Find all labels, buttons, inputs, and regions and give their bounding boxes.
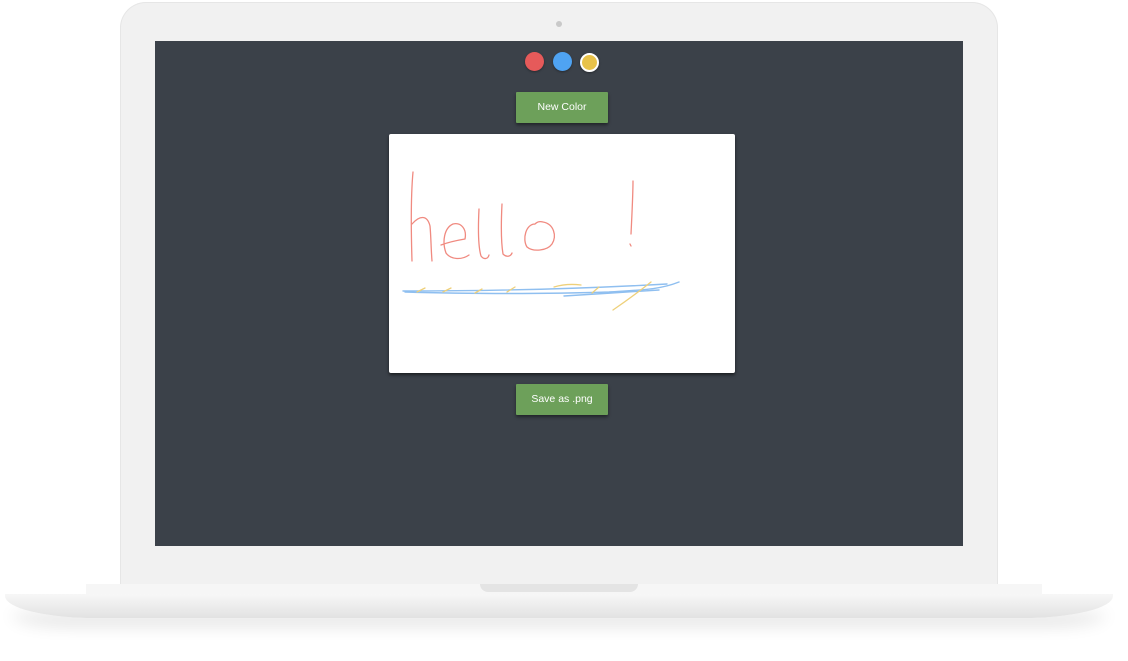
new-color-button[interactable]: New Color [516,92,608,123]
color-swatch-yellow[interactable] [580,53,599,72]
color-swatch-red[interactable] [525,52,544,71]
laptop-notch [480,584,638,592]
drawing-canvas[interactable] [389,134,735,373]
drawing-strokes [402,171,680,311]
save-png-button[interactable]: Save as .png [516,384,608,415]
app-screen: New Color Save as .png [155,41,963,546]
laptop-base [5,594,1113,618]
color-swatch-blue[interactable] [553,52,572,71]
camera-dot [556,21,562,27]
red-strokes [410,171,634,262]
laptop-mockup: New Color Save as .png [0,0,1128,661]
blue-strokes [402,281,680,297]
